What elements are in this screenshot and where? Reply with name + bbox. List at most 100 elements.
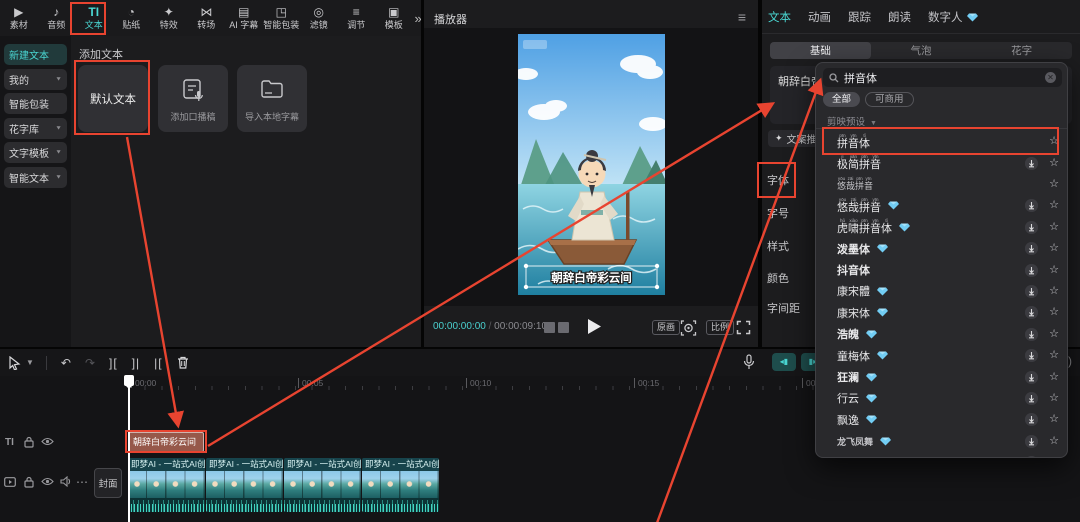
frame-view-icon[interactable] — [544, 321, 570, 334]
split-delete-right-icon[interactable]: |[ — [154, 356, 162, 370]
preview-zoom-icon[interactable] — [680, 320, 697, 336]
toolbar-item-10[interactable]: ≡ 调节 — [338, 0, 376, 36]
download-icon[interactable] — [1025, 370, 1038, 384]
redo-icon[interactable]: ↷ — [85, 356, 95, 370]
favorite-star-icon[interactable]: ☆ — [1049, 457, 1059, 458]
font-item-10[interactable]: 浩魄 ☆ — [816, 324, 1067, 345]
font-item-14[interactable]: 飘逸 ☆ — [816, 409, 1067, 430]
favorite-star-icon[interactable]: ☆ — [1049, 136, 1059, 147]
more-options-icon[interactable]: ⋯ — [76, 475, 88, 489]
add-speech-card[interactable]: 添加口播稿 — [158, 65, 228, 132]
font-item-7[interactable]: 抖音体 ☆ — [816, 259, 1067, 280]
download-icon[interactable] — [1025, 413, 1038, 427]
sidebar-item-5[interactable]: 文字模板 ▼ — [4, 142, 67, 163]
favorite-star-icon[interactable]: ☆ — [1049, 285, 1059, 297]
import-subtitle-card[interactable]: 导入本地字幕 — [237, 65, 307, 132]
font-item-16[interactable]: 小行书 ☆ — [816, 452, 1067, 458]
toolbar-item-7[interactable]: ▤ AI 字幕 — [225, 0, 263, 36]
download-icon[interactable] — [1025, 327, 1038, 341]
font-item-13[interactable]: 行云 ☆ — [816, 388, 1067, 409]
favorite-star-icon[interactable]: ☆ — [1049, 371, 1059, 383]
font-item-9[interactable]: 康宋体 ☆ — [816, 302, 1067, 323]
speaker-icon[interactable] — [60, 476, 72, 487]
delete-icon[interactable] — [177, 356, 189, 369]
favorite-star-icon[interactable]: ☆ — [1049, 264, 1059, 276]
favorite-star-icon[interactable]: ☆ — [1049, 200, 1059, 211]
preset-section-header[interactable]: 剪映预设 ▼ — [827, 114, 877, 128]
download-icon[interactable] — [1025, 391, 1038, 405]
video-clip-2[interactable]: 即梦AI - 一站式AI创 — [206, 458, 283, 512]
timeline-settings-icon[interactable]: ) — [1068, 354, 1072, 368]
download-icon[interactable] — [1025, 242, 1038, 256]
font-item-4[interactable]: 悠yōu哉zāi拼pīn音yīn ☆ — [816, 195, 1067, 216]
font-item-3[interactable]: 悠yōu哉zāi拼pīn音yīn ☆ — [816, 174, 1067, 195]
filter-all-chip[interactable]: 全部 — [823, 92, 861, 107]
eye-icon[interactable] — [41, 477, 54, 486]
tab-3[interactable]: 跟踪 — [848, 9, 871, 25]
favorite-star-icon[interactable]: ☆ — [1049, 392, 1059, 404]
player-menu-icon[interactable]: ≡ — [738, 9, 746, 25]
eye-icon[interactable] — [41, 437, 54, 446]
toolbar-item-9[interactable]: ◎ 滤镜 — [300, 0, 338, 36]
toolbar-item-8[interactable]: ◳ 智能包装 — [263, 0, 301, 36]
favorite-star-icon[interactable]: ☆ — [1049, 414, 1059, 425]
favorite-star-icon[interactable]: ☆ — [1049, 328, 1059, 340]
toolbar-item-3[interactable]: TI 文本 — [75, 0, 113, 36]
tab-5[interactable]: 数字人 — [928, 9, 978, 25]
font-search-input[interactable]: 拼音体 ✕ — [823, 68, 1062, 87]
font-item-5[interactable]: 虎hǔ啸xiào拼pīn音yīn体tǐ ☆ — [816, 217, 1067, 238]
video-clip-4[interactable]: 即梦AI - 一站式AI创作平 — [362, 458, 439, 512]
cover-button[interactable]: 封面 — [94, 468, 122, 498]
sidebar-item-6[interactable]: 智能文本 ▼ — [4, 167, 67, 188]
favorite-star-icon[interactable]: ☆ — [1049, 221, 1059, 233]
download-icon[interactable] — [1025, 199, 1038, 213]
font-item-8[interactable]: 康宋體 ☆ — [816, 281, 1067, 302]
font-item-12[interactable]: 狂澜 ☆ — [816, 366, 1067, 387]
fullscreen-icon[interactable] — [736, 320, 751, 335]
toolbar-item-5[interactable]: ✦ 特效 — [150, 0, 188, 36]
play-button[interactable] — [587, 318, 602, 335]
download-icon[interactable] — [1025, 263, 1038, 277]
clear-search-icon[interactable]: ✕ — [1045, 72, 1056, 83]
subtab-1[interactable]: 基础 — [770, 42, 871, 59]
sidebar-item-4[interactable]: 花字库 ▼ — [4, 118, 67, 139]
split-icon[interactable]: ][ — [109, 356, 118, 370]
subtab-2[interactable]: 气泡 — [871, 42, 972, 59]
text-clip[interactable]: 朝辞白帝彩云间 — [128, 432, 204, 452]
sidebar-item-3[interactable]: 智能包装 — [4, 93, 67, 114]
favorite-star-icon[interactable]: ☆ — [1049, 350, 1059, 361]
font-item-11[interactable]: 童梅体 ☆ — [816, 345, 1067, 366]
toolbar-item-11[interactable]: ▣ 模板 — [375, 0, 413, 36]
font-item-2[interactable]: 极jí简jiǎn拼pīn音yīn ☆ — [816, 152, 1067, 173]
tab-2[interactable]: 动画 — [808, 9, 831, 25]
default-text-card[interactable]: 默认文本 — [78, 65, 148, 132]
split-delete-left-icon[interactable]: ]| — [132, 356, 140, 370]
download-icon[interactable] — [1025, 434, 1038, 448]
toolbar-item-4[interactable]: ◔ 贴纸 — [113, 0, 151, 36]
video-clip-1[interactable]: 即梦AI - 一站式AI创 — [128, 458, 205, 512]
playhead-handle[interactable] — [123, 375, 134, 389]
select-tool-icon[interactable] — [8, 355, 21, 370]
track-magnet-toggle[interactable]: ◂▮ — [772, 353, 796, 371]
video-clip-3[interactable]: 即梦AI - 一站式AI创作 — [284, 458, 361, 512]
sidebar-item-2[interactable]: 我的 ▼ — [4, 69, 67, 90]
font-item-15[interactable]: 龙飞凤舞 ☆ — [816, 431, 1067, 452]
lock-icon[interactable] — [24, 476, 34, 488]
download-icon[interactable] — [1025, 156, 1038, 170]
filter-commercial-chip[interactable]: 可商用 — [865, 92, 914, 107]
record-voiceover-icon[interactable] — [743, 354, 755, 370]
subtab-3[interactable]: 花字 — [971, 42, 1072, 59]
tab-1[interactable]: 文本 — [768, 9, 791, 25]
download-icon[interactable] — [1025, 220, 1038, 234]
toolbar-item-2[interactable]: ♪ 音频 — [38, 0, 76, 36]
video-preview[interactable]: 朝辞白帝彩云间 — [518, 34, 665, 295]
toolbar-item-6[interactable]: ⋈ 转场 — [188, 0, 226, 36]
lock-icon[interactable] — [24, 436, 34, 448]
undo-icon[interactable]: ↶ — [61, 356, 71, 370]
download-icon[interactable] — [1025, 306, 1038, 320]
download-icon[interactable] — [1025, 284, 1038, 298]
original-quality-button[interactable]: 原画 — [652, 320, 681, 335]
download-icon[interactable] — [1025, 349, 1038, 363]
toolbar-item-1[interactable]: ▶ 素材 — [0, 0, 38, 36]
favorite-star-icon[interactable]: ☆ — [1049, 157, 1059, 169]
